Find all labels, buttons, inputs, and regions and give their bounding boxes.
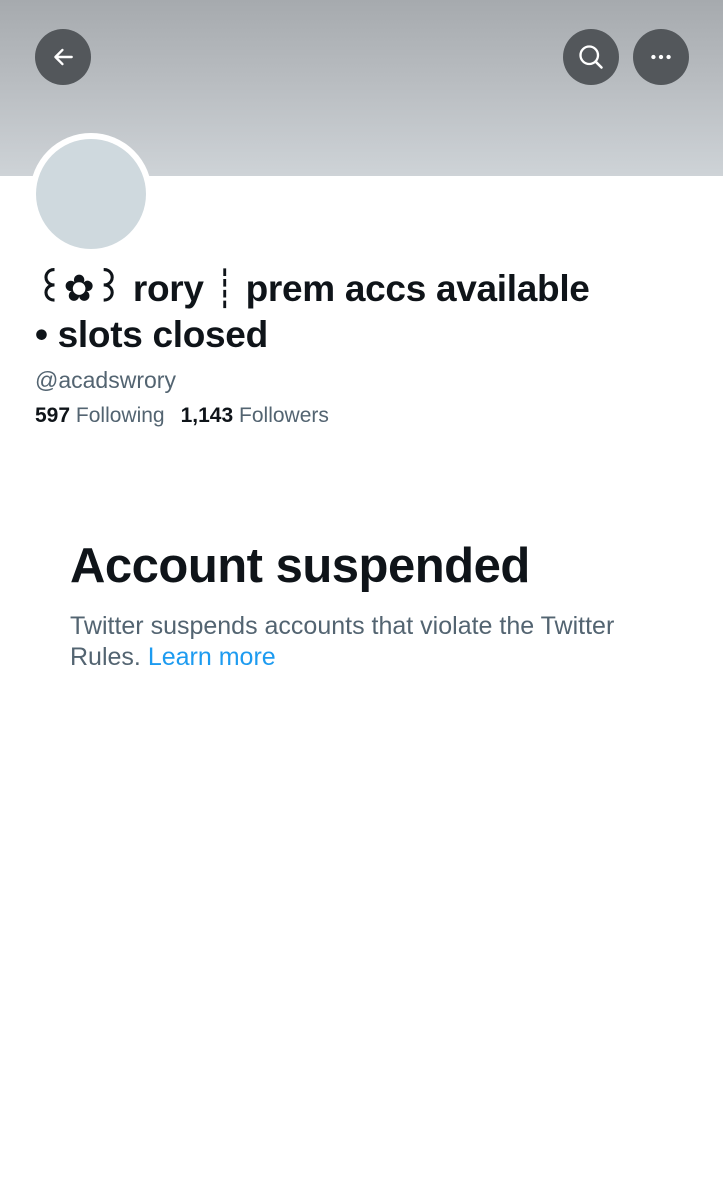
display-name-line-2: • slots closed bbox=[35, 314, 268, 355]
follow-stats: 597 Following 1,143 Followers bbox=[35, 402, 329, 430]
avatar-frame[interactable] bbox=[30, 133, 152, 255]
arrow-left-icon bbox=[50, 44, 76, 70]
more-horizontal-icon bbox=[648, 44, 674, 70]
suspension-title: Account suspended bbox=[70, 539, 530, 593]
following-count: 597 bbox=[35, 404, 71, 427]
followers-label: Followers bbox=[239, 404, 329, 427]
user-handle: @acadswrory bbox=[35, 367, 176, 393]
avatar[interactable] bbox=[36, 139, 146, 249]
learn-more-link[interactable]: Learn more bbox=[148, 643, 276, 671]
display-name-line-1: ꒰✿꒱ rory ┊ prem accs available bbox=[35, 268, 590, 309]
followers-count: 1,143 bbox=[180, 404, 234, 427]
followers-link[interactable]: 1,143 Followers bbox=[181, 404, 329, 427]
suspension-message-block: Twitter suspends accounts that violate t… bbox=[70, 611, 630, 673]
profile-page: ꒰✿꒱ rory ┊ prem accs available • slots c… bbox=[0, 0, 723, 1200]
following-label: Following bbox=[75, 404, 165, 427]
following-link[interactable]: 597 Following bbox=[35, 404, 165, 427]
back-button[interactable] bbox=[35, 29, 91, 85]
display-name: ꒰✿꒱ rory ┊ prem accs available • slots c… bbox=[35, 266, 675, 358]
more-options-button[interactable] bbox=[633, 29, 689, 85]
search-button[interactable] bbox=[563, 29, 619, 85]
search-icon bbox=[577, 43, 605, 71]
